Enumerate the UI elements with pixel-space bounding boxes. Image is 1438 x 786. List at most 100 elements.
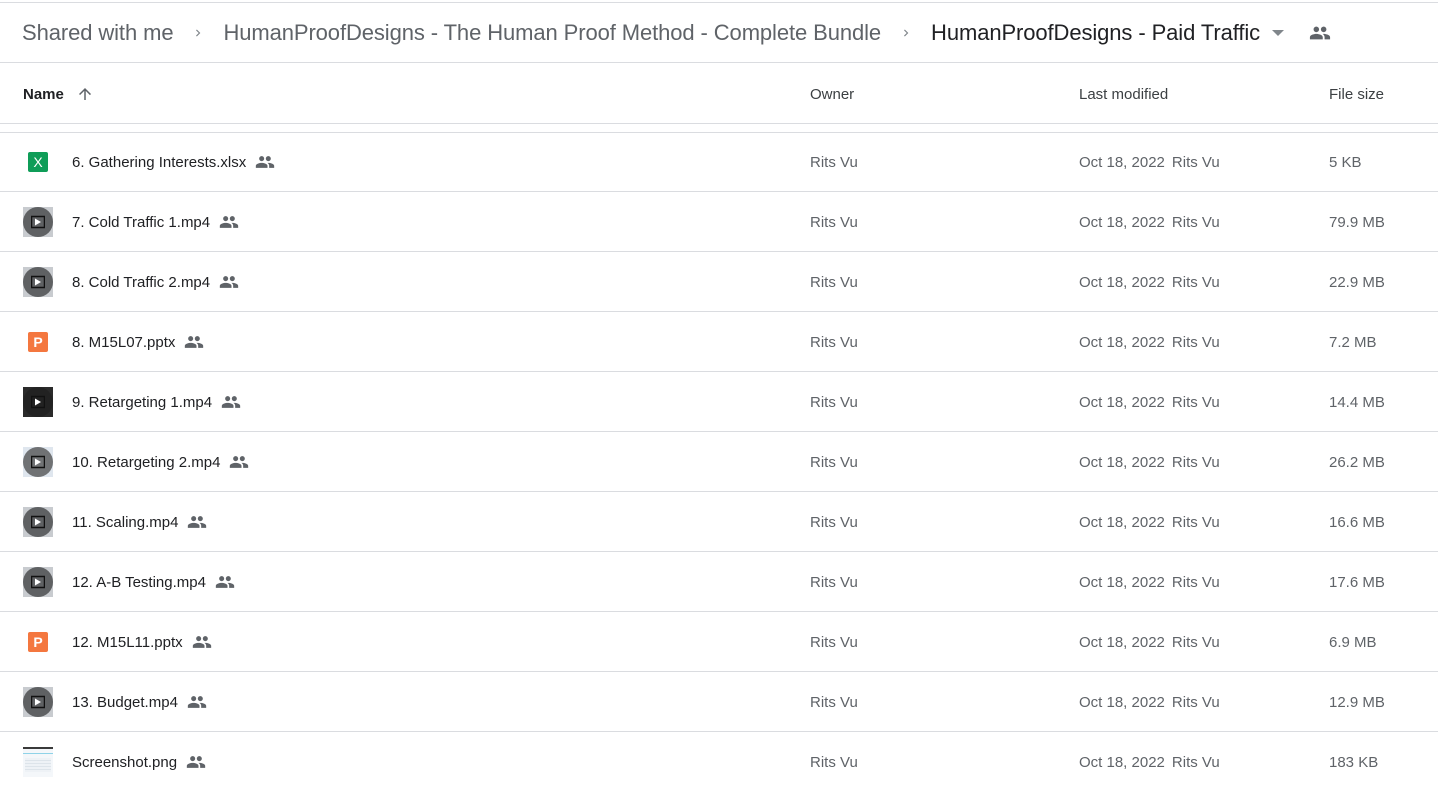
last-modified-cell: Oct 18, 2022 Rits Vu (1079, 312, 1220, 372)
last-modified-cell: Oct 18, 2022 Rits Vu (1079, 372, 1220, 432)
shared-folder-button[interactable] (1300, 18, 1340, 48)
owner-cell: Rits Vu (810, 333, 858, 351)
arrow-up-icon[interactable] (76, 85, 94, 103)
play-icon (23, 447, 53, 477)
breadcrumb-current-folder[interactable]: HumanProofDesigns - Paid Traffic (931, 20, 1260, 46)
file-name[interactable]: 6. Gathering Interests.xlsx (72, 154, 246, 171)
modified-date: Oct 18, 2022 (1079, 693, 1165, 711)
file-row[interactable]: P 8. M15L07.pptx Rits Vu Oct 18, 2022 Ri… (0, 312, 1438, 372)
shared-people-icon (186, 752, 206, 772)
file-name-cell: 9. Retargeting 1.mp4 (72, 372, 241, 432)
modified-by: Rits Vu (1171, 573, 1220, 591)
last-modified-cell: Oct 18, 2022 Rits Vu (1079, 552, 1220, 612)
file-type-icon (23, 732, 53, 786)
file-name[interactable]: 8. Cold Traffic 2.mp4 (72, 274, 210, 291)
file-size-cell: 79.9 MB (1329, 213, 1385, 231)
file-name-cell: 7. Cold Traffic 1.mp4 (72, 192, 239, 252)
last-modified-cell: Oct 18, 2022 Rits Vu (1079, 492, 1220, 552)
modified-date: Oct 18, 2022 (1079, 573, 1165, 591)
modified-by: Rits Vu (1171, 393, 1220, 411)
shared-people-icon (219, 272, 239, 292)
modified-by: Rits Vu (1171, 633, 1220, 651)
file-name[interactable]: 8. M15L07.pptx (72, 334, 175, 351)
column-header-name[interactable]: Name (23, 64, 94, 124)
last-modified-cell: Oct 18, 2022 Rits Vu (1079, 612, 1220, 672)
modified-date: Oct 18, 2022 (1079, 753, 1165, 771)
modified-date: Oct 18, 2022 (1079, 453, 1165, 471)
file-name[interactable]: 12. A-B Testing.mp4 (72, 574, 206, 591)
column-header-last-modified[interactable]: Last modified (1079, 64, 1168, 124)
file-row[interactable]: Screenshot.png Rits Vu Oct 18, 2022 Rits… (0, 732, 1438, 786)
file-name-cell: 12. A-B Testing.mp4 (72, 552, 235, 612)
file-size-cell: 17.6 MB (1329, 573, 1385, 591)
modified-by: Rits Vu (1171, 753, 1220, 771)
last-modified-cell: Oct 18, 2022 Rits Vu (1079, 132, 1220, 192)
file-name-cell: 12. M15L11.pptx (72, 612, 212, 672)
file-row[interactable]: 13. Budget.mp4 Rits Vu Oct 18, 2022 Rits… (0, 672, 1438, 732)
modified-date: Oct 18, 2022 (1079, 513, 1165, 531)
column-last-modified-label: Last modified (1079, 85, 1169, 103)
file-type-icon (23, 372, 53, 432)
modified-by: Rits Vu (1171, 453, 1220, 471)
file-type-icon (23, 552, 53, 612)
folder-menu-dropdown[interactable] (1260, 21, 1296, 45)
owner-cell: Rits Vu (810, 693, 858, 711)
shared-people-icon (229, 452, 249, 472)
file-name-cell: Screenshot.png (72, 732, 206, 786)
file-row[interactable]: 7. Cold Traffic 1.mp4 Rits Vu Oct 18, 20… (0, 192, 1438, 252)
modified-date: Oct 18, 2022 (1079, 153, 1165, 171)
breadcrumb-parent-folder[interactable]: HumanProofDesigns - The Human Proof Meth… (223, 20, 881, 46)
file-name-cell: 11. Scaling.mp4 (72, 492, 207, 552)
file-row[interactable]: P 12. M15L11.pptx Rits Vu Oct 18, 2022 R… (0, 612, 1438, 672)
shared-people-icon (219, 212, 239, 232)
file-size-cell: 26.2 MB (1329, 453, 1385, 471)
file-row[interactable]: 12. A-B Testing.mp4 Rits Vu Oct 18, 2022… (0, 552, 1438, 612)
modified-date: Oct 18, 2022 (1079, 633, 1165, 651)
file-size-cell: 6.9 MB (1329, 633, 1377, 651)
shared-people-icon (187, 692, 207, 712)
play-icon (23, 207, 53, 237)
play-icon (23, 507, 53, 537)
column-header-owner[interactable]: Owner (810, 64, 854, 124)
file-name[interactable]: 12. M15L11.pptx (72, 634, 183, 651)
column-header-file-size[interactable]: File size (1329, 64, 1384, 124)
breadcrumb-shared-with-me[interactable]: Shared with me (22, 20, 174, 46)
owner-cell: Rits Vu (810, 393, 858, 411)
owner-cell: Rits Vu (810, 633, 858, 651)
spreadsheet-icon: X (28, 152, 48, 172)
file-row[interactable]: 10. Retargeting 2.mp4 Rits Vu Oct 18, 20… (0, 432, 1438, 492)
last-modified-cell: Oct 18, 2022 Rits Vu (1079, 672, 1220, 732)
file-name-cell: 13. Budget.mp4 (72, 672, 207, 732)
file-name-cell: 8. M15L07.pptx (72, 312, 204, 372)
file-name[interactable]: 9. Retargeting 1.mp4 (72, 394, 212, 411)
file-type-icon (23, 252, 53, 312)
file-name[interactable]: 10. Retargeting 2.mp4 (72, 454, 220, 471)
file-row[interactable]: 11. Scaling.mp4 Rits Vu Oct 18, 2022 Rit… (0, 492, 1438, 552)
file-size-cell: 14.4 MB (1329, 393, 1385, 411)
file-row[interactable]: 8. Cold Traffic 2.mp4 Rits Vu Oct 18, 20… (0, 252, 1438, 312)
chevron-right-icon (881, 26, 931, 40)
owner-cell: Rits Vu (810, 273, 858, 291)
file-row[interactable]: X 6. Gathering Interests.xlsx Rits Vu Oc… (0, 132, 1438, 192)
last-modified-cell: Oct 18, 2022 Rits Vu (1079, 432, 1220, 492)
file-row[interactable]: 9. Retargeting 1.mp4 Rits Vu Oct 18, 202… (0, 372, 1438, 432)
file-name-cell: 8. Cold Traffic 2.mp4 (72, 252, 239, 312)
file-name[interactable]: 7. Cold Traffic 1.mp4 (72, 214, 210, 231)
modified-date: Oct 18, 2022 (1079, 213, 1165, 231)
owner-cell: Rits Vu (810, 453, 858, 471)
file-name[interactable]: 13. Budget.mp4 (72, 694, 178, 711)
owner-cell: Rits Vu (810, 573, 858, 591)
owner-cell: Rits Vu (810, 753, 858, 771)
last-modified-cell: Oct 18, 2022 Rits Vu (1079, 192, 1220, 252)
play-icon (23, 267, 53, 297)
file-type-icon (23, 492, 53, 552)
modified-by: Rits Vu (1171, 693, 1220, 711)
modified-date: Oct 18, 2022 (1079, 273, 1165, 291)
file-name[interactable]: Screenshot.png (72, 754, 177, 771)
file-type-icon (23, 192, 53, 252)
modified-by: Rits Vu (1171, 213, 1220, 231)
shared-people-icon (192, 632, 212, 652)
file-name[interactable]: 11. Scaling.mp4 (72, 514, 178, 531)
file-type-icon: P (23, 312, 53, 372)
owner-cell: Rits Vu (810, 513, 858, 531)
